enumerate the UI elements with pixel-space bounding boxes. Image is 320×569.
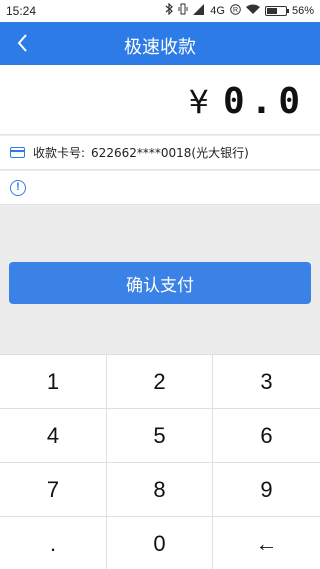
numeric-keypad: 1 2 3 4 5 6 7 8 9 . 0 ←	[0, 354, 320, 569]
svg-text:R: R	[233, 7, 238, 14]
key-decimal[interactable]: .	[0, 517, 107, 569]
amount-panel: ¥ 0.0	[0, 65, 320, 135]
card-label: 收款卡号:	[33, 146, 86, 160]
registered-icon: R	[230, 3, 241, 18]
card-number: 622662****0018(光大银行)	[91, 146, 249, 160]
signal-icon	[193, 3, 205, 18]
key-6[interactable]: 6	[213, 409, 320, 463]
key-3[interactable]: 3	[213, 355, 320, 409]
status-bar: 15:24 4G R 56%	[0, 0, 320, 22]
key-9[interactable]: 9	[213, 463, 320, 517]
currency-symbol: ¥	[188, 82, 209, 121]
key-8[interactable]: 8	[107, 463, 213, 517]
info-icon: !	[10, 180, 26, 196]
bluetooth-icon	[165, 2, 174, 18]
backspace-key[interactable]: ←	[213, 517, 320, 569]
wifi-icon	[245, 4, 260, 18]
key-4[interactable]: 4	[0, 409, 107, 463]
key-7[interactable]: 7	[0, 463, 107, 517]
key-0[interactable]: 0	[107, 517, 213, 569]
amount-value: 0.0	[222, 81, 306, 122]
notice-row: !	[0, 171, 320, 205]
status-icons: 4G R 56%	[165, 2, 314, 18]
confirm-pay-button[interactable]: 确认支付	[9, 262, 311, 304]
battery-percent: 56%	[291, 4, 314, 17]
key-5[interactable]: 5	[107, 409, 213, 463]
network-type: 4G	[210, 4, 225, 17]
bank-card-icon	[10, 147, 25, 158]
card-row: 收款卡号: 622662****0018(光大银行)	[0, 136, 320, 170]
app-header: 极速收款	[0, 22, 320, 65]
page-title: 极速收款	[124, 37, 196, 58]
key-2[interactable]: 2	[107, 355, 213, 409]
status-time: 15:24	[6, 4, 37, 18]
battery-icon	[264, 5, 289, 16]
vibrate-icon	[178, 3, 188, 18]
amount-display: ¥ 0.0	[189, 81, 306, 122]
key-1[interactable]: 1	[0, 355, 107, 409]
